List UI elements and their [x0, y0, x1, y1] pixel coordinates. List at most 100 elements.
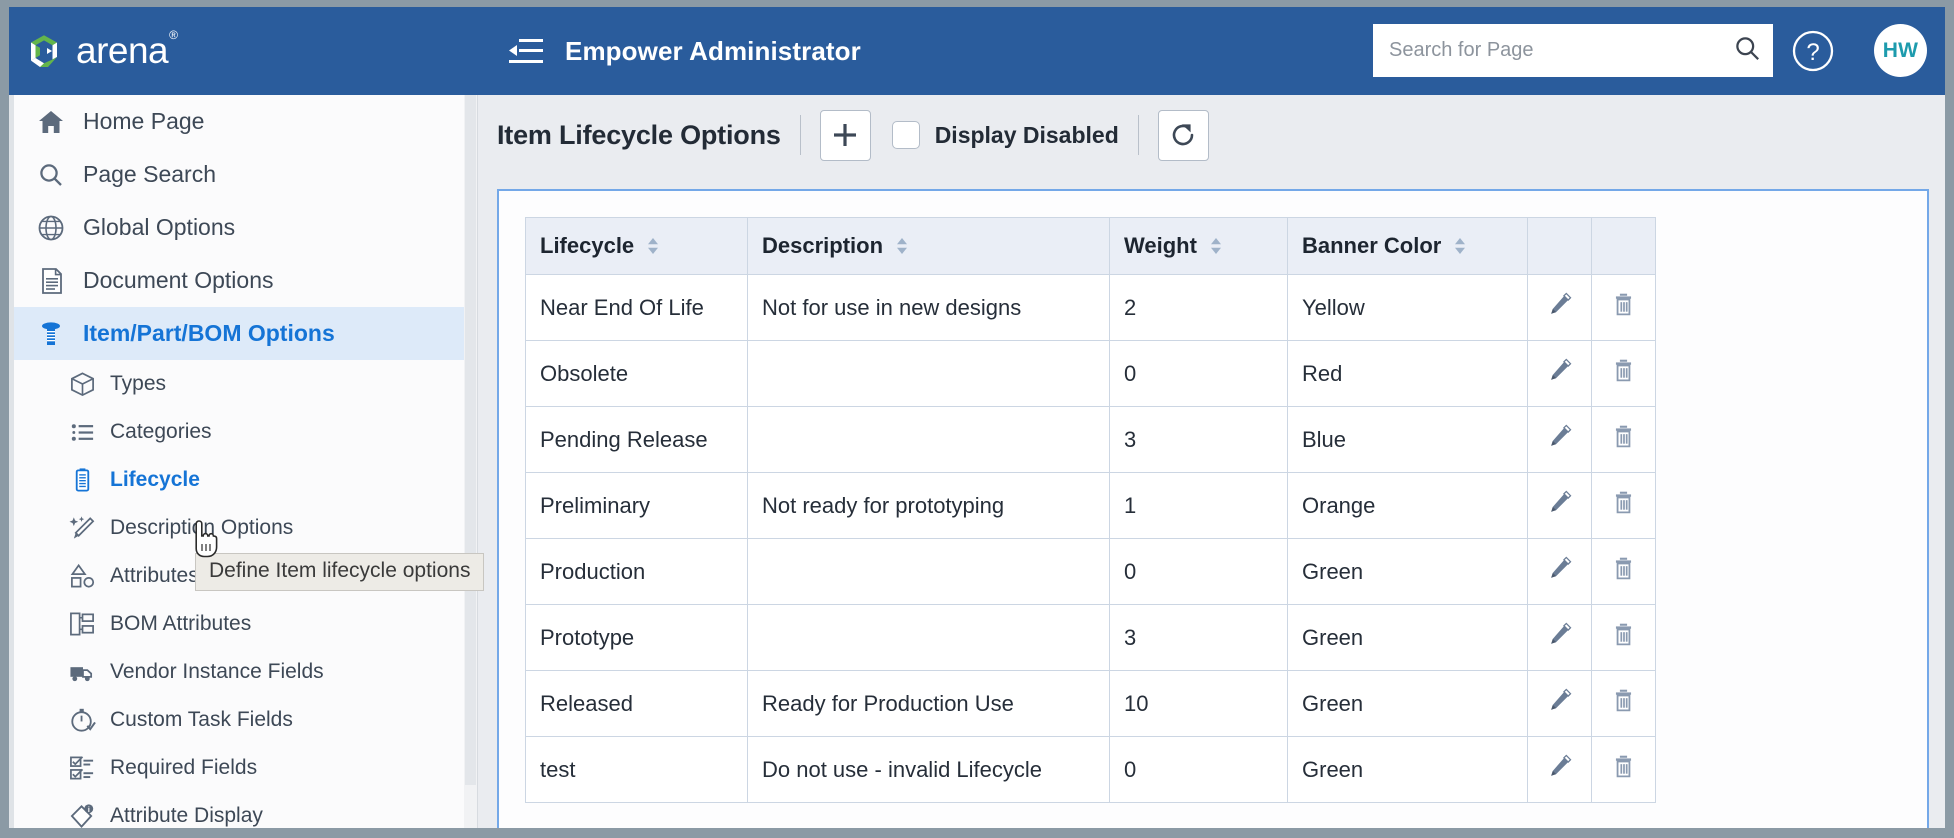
delete-row-button[interactable] [1591, 406, 1656, 473]
display-disabled-checkbox-group[interactable]: Display Disabled [891, 121, 1119, 149]
sidebar-item-item-part-bom-options[interactable]: Item/Part/BOM Options [14, 307, 465, 360]
sidebar-item-label: Page Search [83, 161, 216, 187]
pencil-icon[interactable] [1545, 622, 1574, 654]
sidebar-item-bom-attributes[interactable]: BOM Attributes [14, 600, 465, 648]
sidebar-item-custom-task-fields[interactable]: Custom Task Fields [14, 696, 465, 744]
sidebar-item-home-page[interactable]: Home Page [14, 95, 465, 148]
trash-icon[interactable] [1610, 557, 1637, 587]
cell-description [747, 340, 1110, 407]
edit-row-button[interactable] [1527, 538, 1592, 605]
refresh-button[interactable] [1157, 109, 1209, 161]
sidebar-item-global-options[interactable]: Global Options [14, 201, 465, 254]
pencil-icon[interactable] [1545, 556, 1574, 588]
brand-logo[interactable]: arena® [21, 28, 201, 74]
delete-row-button[interactable] [1591, 340, 1656, 407]
add-lifecycle-button[interactable] [819, 109, 871, 161]
sidebar-item-label: Home Page [83, 108, 205, 134]
edit-row-button[interactable] [1527, 604, 1592, 671]
sidebar-item-lifecycle[interactable]: Lifecycle [14, 456, 465, 504]
sidebar-item-list: Home Page Page Search Global Options Docume… [14, 95, 465, 831]
search-icon[interactable] [1734, 35, 1761, 67]
search-box[interactable] [1373, 24, 1773, 77]
sort-updown-icon[interactable] [646, 236, 660, 256]
list-icon [69, 418, 96, 446]
trash-icon[interactable] [1610, 359, 1637, 389]
search-icon [36, 161, 66, 189]
pencil-icon[interactable] [1545, 424, 1574, 456]
delete-row-button[interactable] [1591, 670, 1656, 737]
sidebar-item-document-options[interactable]: Document Options [14, 254, 465, 307]
edit-row-button[interactable] [1527, 340, 1592, 407]
pencil-icon[interactable] [1545, 754, 1574, 786]
edit-row-button[interactable] [1527, 670, 1592, 737]
column-header-weight[interactable]: Weight [1109, 217, 1288, 275]
search-input[interactable] [1387, 38, 1734, 63]
sidebar-item-label: Global Options [83, 214, 236, 240]
truck-icon [69, 658, 96, 686]
lifecycle-battery-icon [69, 466, 96, 494]
trash-icon[interactable] [1610, 293, 1637, 323]
sidebar-item-label: BOM Attributes [110, 612, 252, 635]
cell-banner-color: Yellow [1287, 274, 1528, 341]
sidebar-item-vendor-instance-fields[interactable]: Vendor Instance Fields [14, 648, 465, 696]
cell-banner-color: Green [1287, 670, 1528, 737]
sidebar-item-label: Description Options [110, 516, 294, 539]
cell-banner-color: Green [1287, 538, 1528, 605]
page-title: Empower Administrator [565, 35, 861, 66]
sort-updown-icon[interactable] [1209, 236, 1223, 256]
pencil-icon[interactable] [1545, 358, 1574, 390]
pencil-icon[interactable] [1545, 688, 1574, 720]
sort-updown-icon[interactable] [895, 236, 909, 256]
column-header-lifecycle[interactable]: Lifecycle [525, 217, 748, 275]
sidebar-item-label: Required Fields [110, 756, 258, 779]
delete-row-button[interactable] [1591, 274, 1656, 341]
help-circle-icon[interactable]: ? [1791, 29, 1835, 73]
stopwatch-check-icon [69, 706, 96, 734]
collapse-menu-icon[interactable] [509, 36, 543, 66]
edit-row-button[interactable] [1527, 736, 1592, 803]
trash-icon[interactable] [1610, 491, 1637, 521]
sidebar-scrollbar-thumb[interactable] [465, 95, 476, 785]
avatar[interactable]: HW [1874, 24, 1927, 77]
brand-wordmark: arena® [76, 27, 178, 71]
sidebar-item-attribute-display[interactable]: i Attribute Display [14, 792, 465, 831]
sidebar-item-categories[interactable]: Categories [14, 408, 465, 456]
pencil-icon[interactable] [1545, 292, 1574, 324]
column-header-label: Lifecycle [540, 233, 635, 258]
column-header-banner-color[interactable]: Banner Color [1287, 217, 1528, 275]
pencil-icon[interactable] [1545, 490, 1574, 522]
trash-icon[interactable] [1610, 689, 1637, 719]
display-disabled-checkbox[interactable] [891, 121, 920, 149]
trash-icon[interactable] [1610, 623, 1637, 653]
sidebar-item-label: Custom Task Fields [110, 708, 293, 731]
delete-row-button[interactable] [1591, 538, 1656, 605]
table-row: Preliminary Not ready for prototyping 1 Ora… [525, 472, 1656, 539]
delete-row-button[interactable] [1591, 472, 1656, 539]
sort-updown-icon[interactable] [1453, 236, 1467, 256]
delete-row-button[interactable] [1591, 736, 1656, 803]
cell-lifecycle: Pending Release [525, 406, 748, 473]
trash-icon[interactable] [1610, 755, 1637, 785]
cell-description [747, 538, 1110, 605]
column-header-description[interactable]: Description [747, 217, 1110, 275]
globe-icon [36, 214, 66, 242]
hierarchy-icon [69, 610, 96, 638]
cell-weight: 10 [1109, 670, 1288, 737]
sidebar-item-types[interactable]: Types [14, 360, 465, 408]
sidebar-item-required-fields[interactable]: Required Fields [14, 744, 465, 792]
column-header-actions-5 [1591, 217, 1656, 275]
cell-weight: 0 [1109, 340, 1288, 407]
cell-banner-color: Blue [1287, 406, 1528, 473]
edit-row-button[interactable] [1527, 472, 1592, 539]
table-row: test Do not use - invalid Lifecycle 0 Green [525, 736, 1656, 803]
sidebar-navigation: Home Page Page Search Global Options Docume… [9, 95, 478, 831]
sidebar-scrollbar[interactable] [464, 95, 477, 831]
trash-icon[interactable] [1610, 425, 1637, 455]
sidebar-item-page-search[interactable]: Page Search [14, 148, 465, 201]
sidebar-item-label: Item/Part/BOM Options [83, 320, 335, 346]
edit-row-button[interactable] [1527, 274, 1592, 341]
sidebar-item-description-options[interactable]: Description Options [14, 504, 465, 552]
edit-row-button[interactable] [1527, 406, 1592, 473]
document-icon [36, 267, 66, 295]
delete-row-button[interactable] [1591, 604, 1656, 671]
